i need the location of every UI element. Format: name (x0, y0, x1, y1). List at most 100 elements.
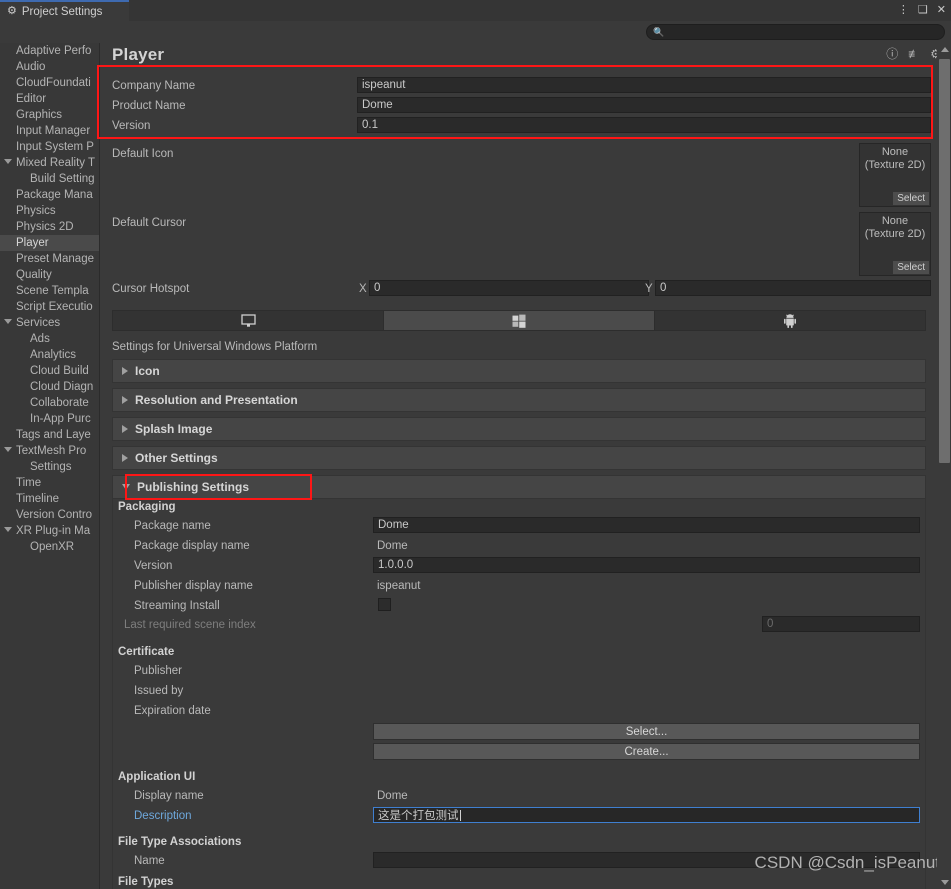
description-label[interactable]: Description (134, 810, 192, 822)
scroll-up-arrow-icon[interactable] (941, 47, 949, 52)
default-cursor-type-text: (Texture 2D) (864, 228, 926, 240)
product-name-label: Product Name (112, 100, 186, 112)
sidebar-item-analytics[interactable]: Analytics (0, 347, 99, 363)
project-settings-window: ⚙ Project Settings ⋮ ❑ ✕ 🔍 Adaptive Perf… (0, 0, 951, 889)
sidebar-item-version-contro[interactable]: Version Contro (0, 507, 99, 523)
sidebar-item-label: Audio (16, 61, 46, 73)
sidebar-item-cloudfoundati[interactable]: CloudFoundati (0, 75, 99, 91)
sidebar-item-textmesh-pro[interactable]: TextMesh Pro (0, 443, 99, 459)
android-icon (784, 313, 796, 328)
chevron-down-icon[interactable] (4, 527, 12, 532)
window-controls: ⋮ ❑ ✕ (898, 0, 946, 21)
sidebar-item-label: Build Setting (30, 173, 95, 185)
last-required-scene-index-label: Last required scene index (124, 619, 256, 631)
sidebar-item-ads[interactable]: Ads (0, 331, 99, 347)
tab-label: Project Settings (21, 5, 103, 18)
sidebar-item-cloud-diagn[interactable]: Cloud Diagn (0, 379, 99, 395)
sidebar-item-label: Input Manager (16, 125, 91, 137)
scroll-down-arrow-icon[interactable] (941, 880, 949, 885)
default-cursor-object-field[interactable]: None (Texture 2D) Select (859, 212, 931, 276)
sidebar-item-package-mana[interactable]: Package Mana (0, 187, 99, 203)
foldout-other-settings[interactable]: Other Settings (112, 446, 926, 470)
sidebar-item-in-app-purc[interactable]: In-App Purc (0, 411, 99, 427)
tab-uwp[interactable] (384, 311, 655, 330)
sidebar-item-label: Adaptive Perfo (16, 45, 92, 57)
sidebar-item-label: Collaborate (30, 397, 89, 409)
platform-tab-bar[interactable] (112, 310, 926, 331)
sidebar-item-label: Physics 2D (16, 221, 74, 233)
sidebar-item-preset-manage[interactable]: Preset Manage (0, 251, 99, 267)
sidebar-item-xr-plug-in-ma[interactable]: XR Plug-in Ma (0, 523, 99, 539)
display-name-value: Dome (377, 790, 408, 802)
company-name-label: Company Name (112, 80, 196, 92)
maximize-icon[interactable]: ❑ (918, 5, 928, 16)
sidebar-item-adaptive-perfo[interactable]: Adaptive Perfo (0, 43, 99, 59)
package-name-input[interactable]: Dome (373, 517, 920, 533)
version-input[interactable]: 0.1 (357, 117, 931, 133)
sidebar-item-scene-templa[interactable]: Scene Templa (0, 283, 99, 299)
description-input[interactable]: 这是个打包测试 (373, 807, 920, 823)
tab-android[interactable] (655, 311, 925, 330)
sidebar-item-label: Cloud Diagn (30, 381, 94, 393)
search-box[interactable]: 🔍 (646, 24, 945, 40)
help-icon[interactable]: ⓘ (886, 48, 898, 60)
sidebar-item-graphics[interactable]: Graphics (0, 107, 99, 123)
close-icon[interactable]: ✕ (937, 5, 946, 16)
sidebar-item-label: OpenXR (30, 541, 75, 553)
foldout-splash-image[interactable]: Splash Image (112, 417, 926, 441)
preset-icon[interactable]: ≢ (908, 48, 920, 60)
certificate-select-button[interactable]: Select... (373, 723, 920, 740)
sidebar-item-mixed-reality-t[interactable]: Mixed Reality T (0, 155, 99, 171)
last-required-scene-index-input: 0 (762, 616, 920, 632)
tab-standalone[interactable] (113, 311, 384, 330)
company-name-input[interactable]: ispeanut (357, 77, 931, 93)
tab-project-settings[interactable]: ⚙ Project Settings (0, 0, 129, 21)
foldout-icon[interactable]: Icon (112, 359, 926, 383)
sidebar-item-editor[interactable]: Editor (0, 91, 99, 107)
sidebar-item-quality[interactable]: Quality (0, 267, 99, 283)
sidebar-item-input-manager[interactable]: Input Manager (0, 123, 99, 139)
search-input[interactable] (668, 25, 939, 39)
foldout-publishing-settings[interactable]: Publishing Settings (112, 475, 926, 499)
sidebar-item-label: Ads (30, 333, 50, 345)
certificate-create-button[interactable]: Create... (373, 743, 920, 760)
sidebar-item-script-executio[interactable]: Script Executio (0, 299, 99, 315)
chevron-down-icon[interactable] (4, 447, 12, 452)
product-name-input[interactable]: Dome (357, 97, 931, 113)
settings-sidebar[interactable]: Adaptive Perfo Audio CloudFoundati Editor Gr… (0, 43, 100, 889)
sidebar-item-physics-2d[interactable]: Physics 2D (0, 219, 99, 235)
sidebar-item-player[interactable]: Player (0, 235, 99, 251)
scrollbar-thumb[interactable] (939, 59, 950, 463)
sidebar-item-services[interactable]: Services (0, 315, 99, 331)
default-icon-none-text: None (881, 146, 909, 158)
foldout-resolution-and-presentation[interactable]: Resolution and Presentation (112, 388, 926, 412)
default-icon-select-button[interactable]: Select (893, 192, 929, 205)
sidebar-item-timeline[interactable]: Timeline (0, 491, 99, 507)
chevron-down-icon[interactable] (4, 319, 12, 324)
sidebar-item-build-setting[interactable]: Build Setting (0, 171, 99, 187)
chevron-down-icon[interactable] (4, 159, 12, 164)
sidebar-item-audio[interactable]: Audio (0, 59, 99, 75)
sidebar-item-label: Version Contro (16, 509, 93, 521)
sidebar-item-time[interactable]: Time (0, 475, 99, 491)
sidebar-item-cloud-build[interactable]: Cloud Build (0, 363, 99, 379)
hotspot-y-input[interactable]: 0 (655, 280, 931, 296)
sidebar-item-collaborate[interactable]: Collaborate (0, 395, 99, 411)
page-title: Player (112, 45, 165, 64)
sidebar-item-openxr[interactable]: OpenXR (0, 539, 99, 555)
sidebar-item-tags-and-laye[interactable]: Tags and Laye (0, 427, 99, 443)
gear-icon: ⚙ (7, 5, 17, 17)
default-icon-object-field[interactable]: None (Texture 2D) Select (859, 143, 931, 207)
window-title-bar: ⚙ Project Settings ⋮ ❑ ✕ (0, 0, 951, 21)
sidebar-item-input-system-p[interactable]: Input System P (0, 139, 99, 155)
sidebar-item-settings[interactable]: Settings (0, 459, 99, 475)
publishing-version-input[interactable]: 1.0.0.0 (373, 557, 920, 573)
streaming-install-checkbox[interactable] (378, 598, 391, 611)
sidebar-item-physics[interactable]: Physics (0, 203, 99, 219)
application-ui-header: Application UI (118, 771, 196, 783)
more-options-icon[interactable]: ⋮ (898, 5, 909, 16)
vertical-scrollbar[interactable] (937, 43, 951, 889)
default-cursor-select-button[interactable]: Select (893, 261, 929, 274)
hotspot-x-input[interactable]: 0 (369, 280, 649, 296)
foldout-label: Publishing Settings (137, 480, 250, 494)
